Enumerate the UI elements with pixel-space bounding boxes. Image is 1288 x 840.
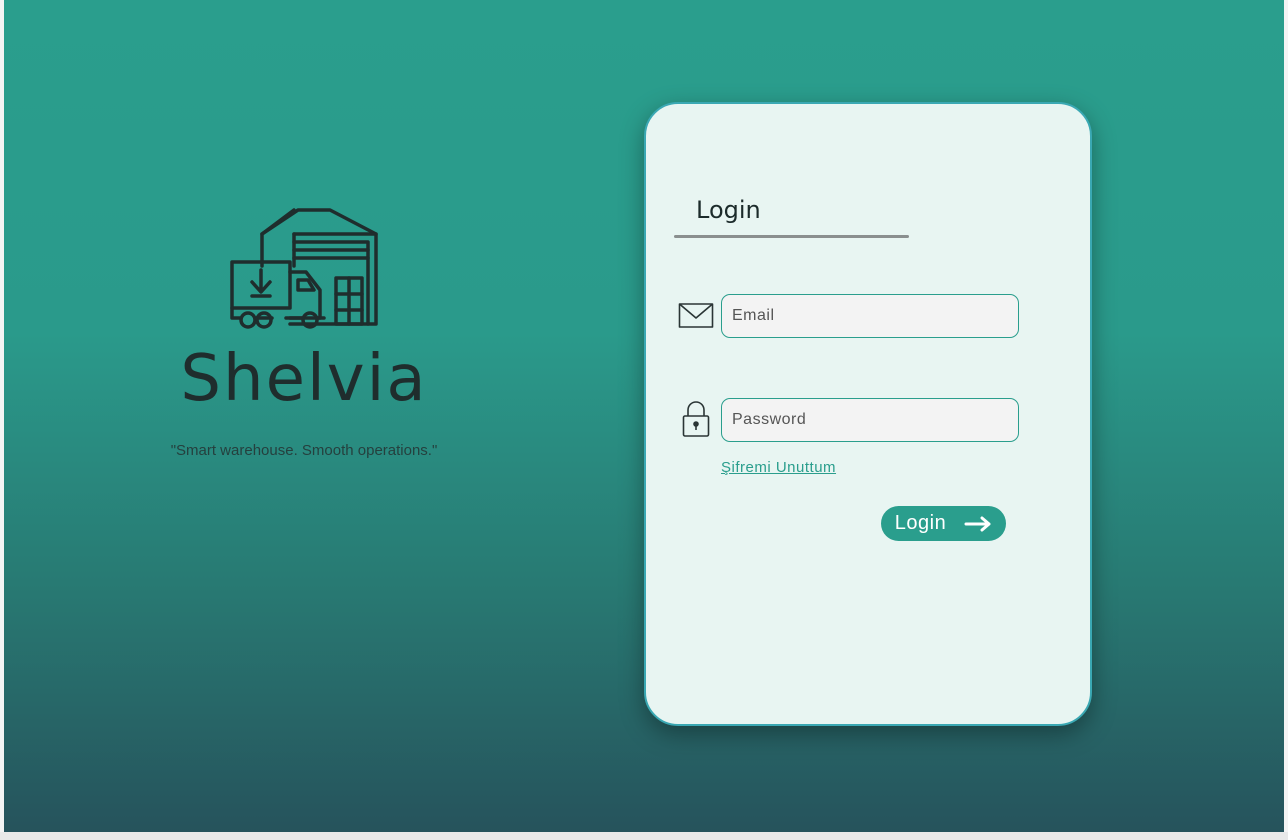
password-input[interactable] [721, 398, 1019, 442]
brand-name: Shelvia [180, 342, 428, 416]
forgot-password-link[interactable]: Şifremi Unuttum [721, 459, 836, 476]
login-card: Login Şifremi Unuttum Login [644, 102, 1092, 726]
brand-tagline: "Smart warehouse. Smooth operations." [170, 442, 438, 459]
title-underline [674, 235, 909, 238]
login-title: Login [696, 196, 761, 224]
login-button-label: Login [894, 512, 947, 534]
warehouse-truck-icon [230, 208, 378, 329]
email-input[interactable] [721, 294, 1019, 338]
bottom-edge [0, 832, 1288, 840]
lock-icon [682, 401, 710, 437]
login-button[interactable]: Login [881, 506, 1006, 541]
mail-icon [678, 303, 714, 328]
arrow-right-icon [964, 516, 991, 531]
login-screen: Shelvia "Smart warehouse. Smooth operati… [4, 0, 1284, 832]
